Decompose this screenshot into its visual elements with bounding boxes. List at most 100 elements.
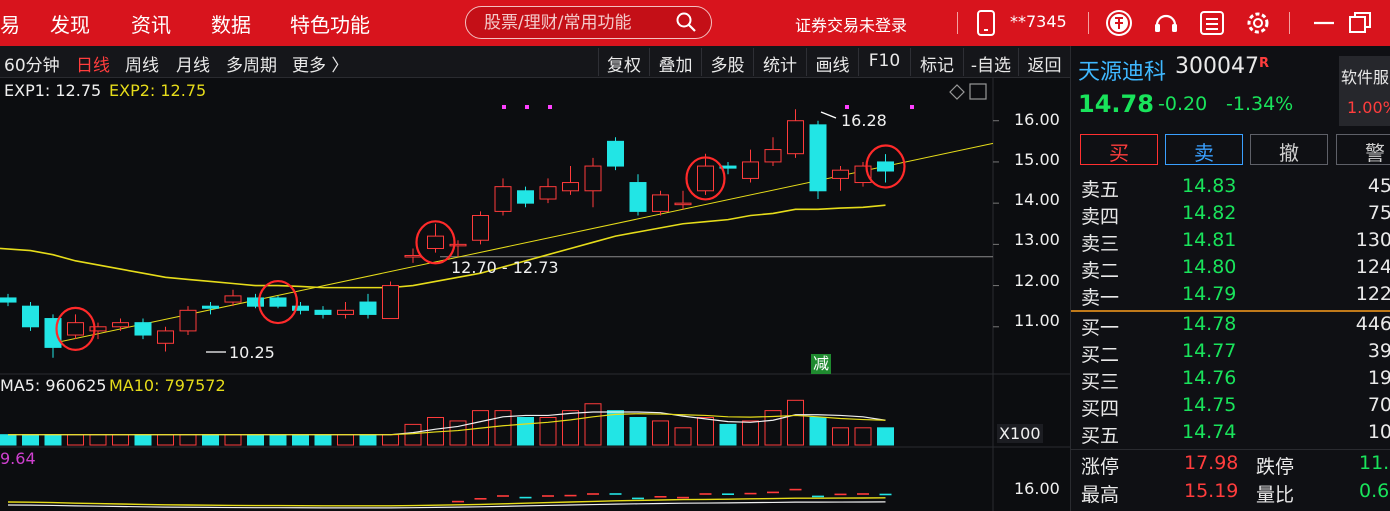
menu-item-data[interactable]: 数据 [211, 9, 251, 38]
reduce-badge[interactable]: 减 [811, 354, 831, 374]
volume-bar [404, 423, 422, 446]
candle-body [449, 243, 467, 247]
menu-item-trade[interactable]: 易 [0, 9, 20, 38]
ask-price: 14.80 [1182, 256, 1237, 278]
search-input[interactable] [484, 12, 674, 34]
period-weekly[interactable]: 周线 [125, 51, 159, 76]
candle-body [89, 326, 107, 332]
volume-bar [67, 434, 84, 446]
candle-body [22, 305, 39, 328]
candle-body [224, 295, 242, 303]
candle-body [359, 301, 377, 315]
phone-icon[interactable] [976, 10, 1000, 40]
search-box[interactable] [465, 6, 712, 39]
volume-bar [179, 434, 197, 446]
volume-ratio-value: 0.6 [1359, 480, 1390, 502]
limit-up-value: 17.98 [1184, 452, 1239, 474]
volume-bar [674, 427, 692, 446]
volume-bar [202, 434, 219, 446]
ask-row-4[interactable]: 卖四 14.82 75 [1071, 202, 1390, 229]
menu-item-features[interactable]: 特色功能 [290, 9, 370, 38]
period-60min[interactable]: 60分钟 [4, 51, 60, 76]
bid-row-3[interactable]: 买三 14.76 19 [1071, 367, 1390, 394]
headset-icon[interactable] [1151, 8, 1181, 38]
kline-chart[interactable]: EXP1: 12.75 EXP2: 12.75 16.28 10.25 12.7… [0, 78, 1070, 511]
f10-button[interactable]: F10 [858, 48, 910, 76]
alert-button[interactable]: 警 [1336, 134, 1390, 165]
period-more[interactable]: 更多 〉 [292, 51, 348, 76]
candle-body [427, 235, 444, 249]
period-daily[interactable]: 日线 [76, 51, 110, 76]
current-price: 14.78 [1078, 90, 1154, 118]
back-button[interactable]: 返回 [1018, 48, 1070, 76]
candle-body [494, 186, 512, 212]
bid-volume: 446 [1355, 313, 1390, 335]
login-status-text[interactable]: 证券交易未登录 [795, 12, 907, 36]
draw-line-button[interactable]: 画线 [806, 48, 858, 76]
list-icon[interactable] [1197, 8, 1227, 38]
ask-row-2[interactable]: 卖二 14.80 124 [1071, 256, 1390, 283]
volume-bar [0, 434, 17, 446]
sector-name: 软件服 [1341, 68, 1390, 87]
volume-bar [157, 434, 174, 446]
volume-bar [134, 434, 152, 446]
candle-body [0, 297, 17, 303]
day-high-value: 15.19 [1184, 480, 1239, 502]
candle-body [674, 202, 692, 206]
divider [957, 12, 958, 34]
cancel-order-button[interactable]: 撤 [1250, 134, 1328, 165]
bid-row-5[interactable]: 买五 14.74 10 [1071, 421, 1390, 448]
bid-price: 14.76 [1182, 367, 1237, 389]
multi-stock-button[interactable]: 多股 [701, 48, 753, 76]
period-multi[interactable]: 多周期 [226, 51, 277, 76]
volume-bar [494, 410, 512, 446]
candle-body [742, 161, 759, 179]
low-price-label: 10.25 [229, 343, 275, 362]
candle-body [764, 149, 782, 163]
candle-body [157, 330, 174, 344]
axis-label-15: 15.00 [1014, 150, 1060, 169]
sector-pct: 1.00% [1347, 98, 1390, 117]
adjust-button[interactable]: 复权 [598, 48, 649, 76]
candle-body [472, 215, 489, 241]
bid-row-2[interactable]: 买二 14.77 39 [1071, 340, 1390, 367]
mark-button[interactable]: 标记 [910, 48, 963, 76]
search-icon[interactable] [675, 11, 697, 37]
ask-price: 14.79 [1182, 283, 1237, 305]
ask-price: 14.81 [1182, 229, 1237, 251]
stock-name[interactable]: 天源迪科 [1078, 54, 1166, 86]
gear-icon[interactable] [1243, 8, 1273, 38]
logo-icon[interactable] [1104, 8, 1134, 38]
lower-axis-label: 16.00 [1014, 479, 1060, 498]
axis-label-16: 16.00 [1014, 110, 1060, 129]
ask-label: 卖一 [1081, 287, 1120, 309]
account-id[interactable]: **7345 [1010, 12, 1067, 31]
bid-label: 买四 [1081, 398, 1120, 420]
stats-button[interactable]: 统计 [753, 48, 806, 76]
bid-row-1[interactable]: 买一 14.78 446 [1071, 313, 1390, 340]
buy-button[interactable]: 买 [1080, 134, 1158, 165]
menu-item-discover[interactable]: 发现 [50, 9, 90, 38]
remove-watchlist-button[interactable]: -自选 [963, 48, 1018, 76]
menu-item-news[interactable]: 资讯 [131, 9, 171, 38]
volume-bar [337, 434, 354, 446]
ask-row-5[interactable]: 卖五 14.83 45 [1071, 175, 1390, 202]
ask-row-1[interactable]: 卖一 14.79 122 [1071, 283, 1390, 310]
overlay-button[interactable]: 叠加 [649, 48, 701, 76]
sell-button[interactable]: 卖 [1165, 134, 1243, 165]
restore-icon[interactable] [1346, 8, 1376, 38]
bid-price: 14.78 [1182, 313, 1237, 335]
bid-label: 买五 [1081, 425, 1120, 447]
minimize-icon[interactable] [1311, 8, 1341, 38]
ask-volume: 124 [1355, 256, 1390, 278]
chart-canvas[interactable] [0, 78, 1070, 511]
bid-row-4[interactable]: 买四 14.75 70 [1071, 394, 1390, 421]
volume-bar [854, 427, 872, 446]
sector-box[interactable]: 软件服 1.00% [1339, 56, 1390, 126]
limit-row: 涨停 17.98 跌停 11.9 [1071, 452, 1390, 480]
ask-row-3[interactable]: 卖三 14.81 130 [1071, 229, 1390, 256]
volume-bar [562, 410, 579, 446]
exp2-label: EXP2: 12.75 [109, 81, 207, 100]
period-monthly[interactable]: 月线 [176, 51, 210, 76]
volume-bar [584, 403, 602, 446]
